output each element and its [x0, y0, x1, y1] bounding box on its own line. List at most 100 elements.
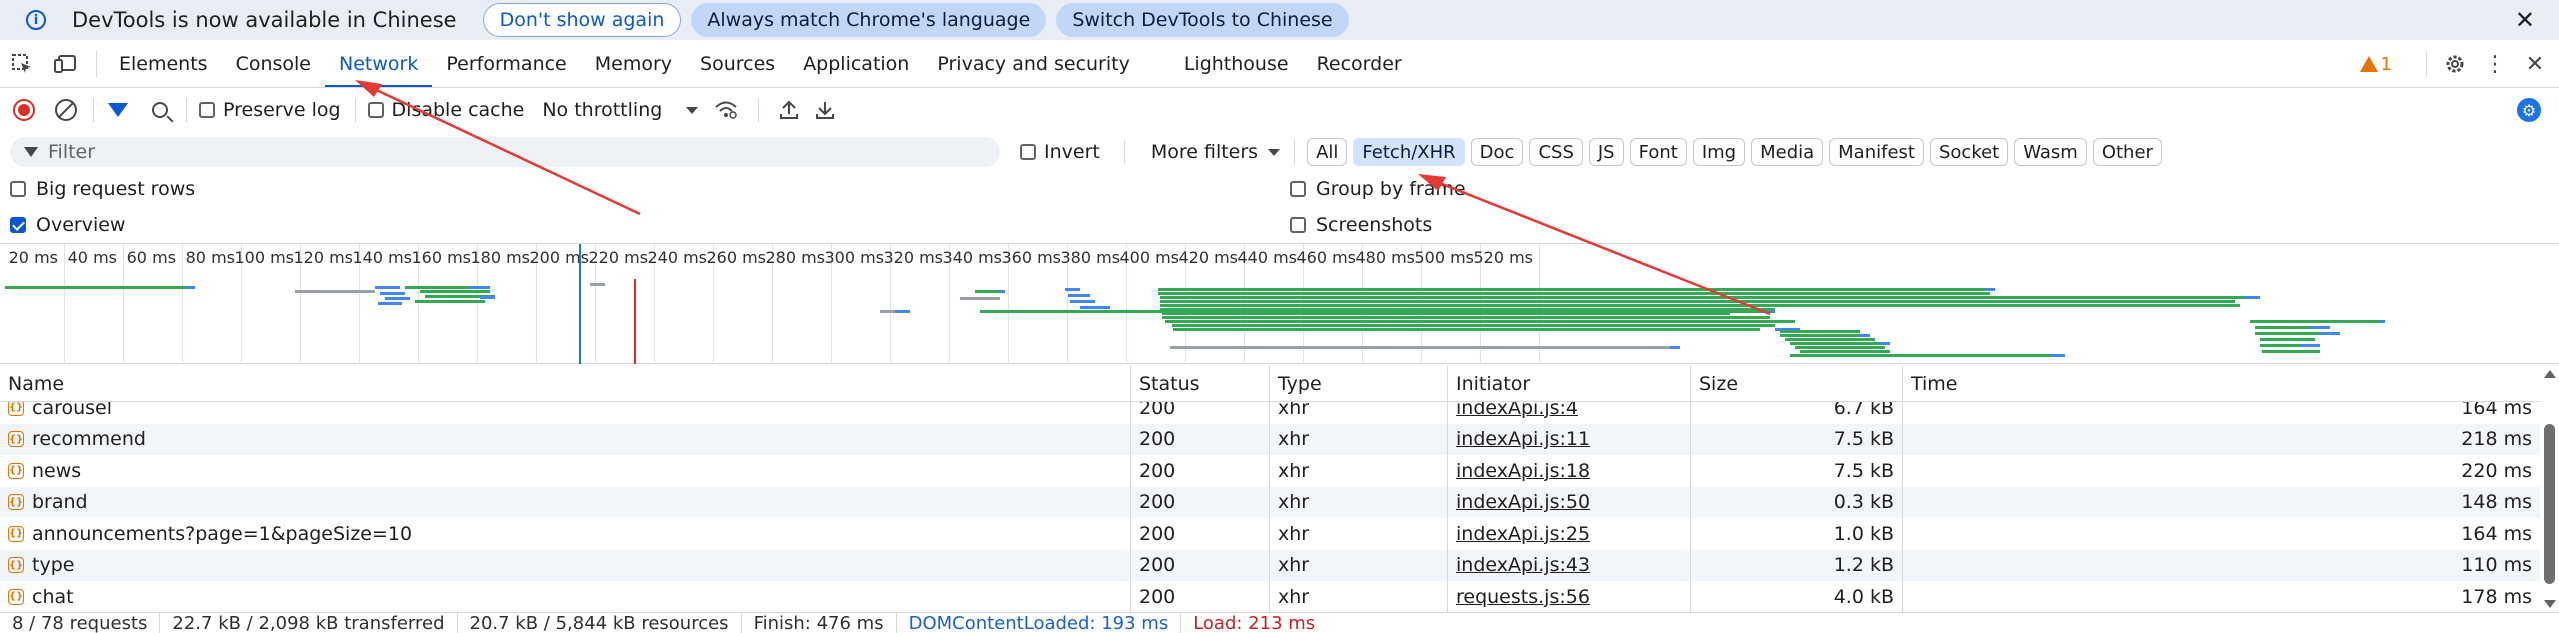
- close-icon[interactable]: ✕: [2515, 6, 2535, 34]
- column-header-status[interactable]: Status: [1130, 366, 1269, 402]
- tab-performance[interactable]: Performance: [432, 40, 580, 87]
- type-filter-all[interactable]: All: [1307, 138, 1348, 166]
- timeline-request-bar: [2300, 344, 2320, 347]
- checkbox-box[interactable]: [199, 102, 215, 118]
- xhr-resource-icon: {}: [8, 399, 24, 416]
- type-filter-wasm[interactable]: Wasm: [2014, 138, 2087, 166]
- settings-gear-icon[interactable]: [2435, 53, 2475, 75]
- domcontentloaded-marker: [579, 244, 581, 364]
- throttling-select[interactable]: No throttling: [542, 99, 699, 121]
- clear-icon[interactable]: [55, 99, 77, 121]
- cell-initiator[interactable]: indexApi.js:43: [1447, 549, 1690, 581]
- warnings-count: 1: [2380, 53, 2392, 75]
- timeline-request-bar: [420, 290, 490, 293]
- preserve-log-checkbox[interactable]: Preserve log: [199, 99, 341, 121]
- timeline-request-bar: [1000, 290, 1005, 293]
- scrollbar-thumb[interactable]: [2544, 424, 2555, 584]
- table-row[interactable]: {} recommend 200 xhr indexApi.js:11 7.5 kB 218…: [0, 423, 2540, 455]
- tab-network[interactable]: Network: [325, 40, 433, 87]
- network-settings-gear-icon[interactable]: ⚙: [2517, 98, 2541, 122]
- big-request-rows-checkbox[interactable]: Big request rows: [10, 178, 195, 200]
- status-summary-bar: 8 / 78 requests 22.7 kB / 2,098 kB trans…: [0, 612, 2559, 633]
- tab-application[interactable]: Application: [789, 40, 923, 87]
- checkbox-box[interactable]: [1290, 181, 1306, 197]
- cell-time: 148 ms: [1902, 486, 2540, 518]
- checkbox-box[interactable]: [367, 102, 384, 118]
- tab-privacy-security[interactable]: Privacy and security: [923, 40, 1143, 87]
- tab-sources[interactable]: Sources: [686, 40, 789, 87]
- timeline-request-bar: [2245, 296, 2260, 299]
- more-options-icon[interactable]: ⋮: [2475, 52, 2515, 77]
- table-row[interactable]: {} chat 200 xhr requests.js:56 4.0 kB 178 ms: [0, 581, 2540, 612]
- type-filter-js[interactable]: JS: [1588, 138, 1624, 166]
- checkbox-box[interactable]: [1290, 217, 1306, 233]
- cell-initiator[interactable]: indexApi.js:50: [1447, 486, 1690, 518]
- type-filter-font[interactable]: Font: [1629, 138, 1687, 166]
- type-filter-media[interactable]: Media: [1751, 138, 1824, 166]
- record-icon[interactable]: [13, 99, 35, 121]
- type-filter-doc[interactable]: Doc: [1470, 138, 1524, 166]
- table-row[interactable]: {} brand 200 xhr indexApi.js:50 0.3 kB 148 ms: [0, 486, 2540, 518]
- upload-icon[interactable]: [771, 100, 807, 120]
- more-filters-dropdown[interactable]: More filters: [1151, 141, 1281, 163]
- dont-show-again-button[interactable]: Don't show again: [482, 3, 682, 37]
- checkbox-box[interactable]: [10, 217, 26, 233]
- device-toolbar-icon[interactable]: [44, 40, 88, 87]
- search-icon[interactable]: [152, 102, 168, 118]
- screenshots-checkbox[interactable]: Screenshots: [1290, 214, 1432, 236]
- column-header-type[interactable]: Type: [1269, 366, 1447, 402]
- toolbar-divider: [2426, 51, 2427, 77]
- scroll-down-icon[interactable]: [2544, 600, 2556, 608]
- timeline-tick-label: 520 ms: [1473, 248, 1533, 267]
- request-name: recommend: [32, 428, 146, 451]
- column-header-initiator[interactable]: Initiator: [1447, 366, 1690, 402]
- table-scrollbar[interactable]: [2540, 366, 2559, 612]
- disable-cache-checkbox[interactable]: Disable cache: [367, 99, 524, 121]
- always-match-language-button[interactable]: Always match Chrome's language: [691, 3, 1047, 37]
- cell-initiator[interactable]: indexApi.js:11: [1447, 423, 1690, 455]
- tab-recorder[interactable]: Recorder: [1303, 40, 1416, 87]
- table-row[interactable]: {} news 200 xhr indexApi.js:18 7.5 kB 220 ms: [0, 455, 2540, 487]
- tab-lighthouse[interactable]: Lighthouse: [1170, 40, 1303, 87]
- preserve-log-label: Preserve log: [223, 99, 341, 121]
- tab-elements[interactable]: Elements: [105, 40, 222, 87]
- type-filter-fetch-xhr[interactable]: Fetch/XHR: [1353, 138, 1465, 166]
- cell-name: {} news: [0, 455, 1130, 487]
- column-header-time[interactable]: Time: [1902, 366, 2540, 402]
- warnings-counter[interactable]: 1: [2359, 53, 2392, 75]
- timeline-request-bar: [960, 297, 1000, 300]
- xhr-resource-icon: {}: [8, 494, 24, 511]
- cell-initiator[interactable]: indexApi.js:18: [1447, 455, 1690, 487]
- type-filter-socket[interactable]: Socket: [1929, 138, 2009, 166]
- type-filter-img[interactable]: Img: [1692, 138, 1746, 166]
- table-header: Name Status Type Initiator Size Time: [0, 366, 2540, 402]
- inspect-element-icon[interactable]: [0, 40, 44, 87]
- filter-input[interactable]: Filter: [10, 137, 1000, 167]
- column-header-name[interactable]: Name: [0, 366, 1130, 402]
- type-filter-other[interactable]: Other: [2092, 138, 2162, 166]
- column-header-size[interactable]: Size: [1690, 366, 1902, 402]
- cell-name: {} chat: [0, 581, 1130, 612]
- overview-checkbox[interactable]: Overview: [10, 214, 125, 236]
- invert-checkbox[interactable]: Invert: [1020, 141, 1100, 163]
- close-devtools-icon[interactable]: ✕: [2515, 52, 2555, 77]
- filter-funnel-icon[interactable]: [108, 103, 128, 117]
- cell-initiator[interactable]: requests.js:56: [1447, 581, 1690, 612]
- type-filter-css[interactable]: CSS: [1529, 138, 1583, 166]
- checkbox-box[interactable]: [10, 181, 26, 197]
- network-overview-timeline[interactable]: 20 ms 40 ms 60 ms 80 ms 100 ms 120 ms 140 ms 16…: [0, 244, 2559, 364]
- tab-console[interactable]: Console: [222, 40, 325, 87]
- download-icon[interactable]: [807, 100, 843, 120]
- language-infobar: i DevTools is now available in Chinese D…: [0, 0, 2559, 40]
- timeline-request-bar: [1160, 300, 2235, 303]
- checkbox-box[interactable]: [1020, 144, 1036, 160]
- group-by-frame-checkbox[interactable]: Group by frame: [1290, 178, 1466, 200]
- cell-initiator[interactable]: indexApi.js:25: [1447, 518, 1690, 550]
- table-row[interactable]: {} announcements?page=1&pageSize=10 200 xhr…: [0, 518, 2540, 550]
- type-filter-manifest[interactable]: Manifest: [1829, 138, 1924, 166]
- scroll-up-icon[interactable]: [2544, 370, 2556, 378]
- switch-to-chinese-button[interactable]: Switch DevTools to Chinese: [1056, 3, 1349, 37]
- table-row[interactable]: {} type 200 xhr indexApi.js:43 1.2 kB 110 ms: [0, 549, 2540, 581]
- network-conditions-icon[interactable]: [706, 100, 746, 120]
- tab-memory[interactable]: Memory: [581, 40, 686, 87]
